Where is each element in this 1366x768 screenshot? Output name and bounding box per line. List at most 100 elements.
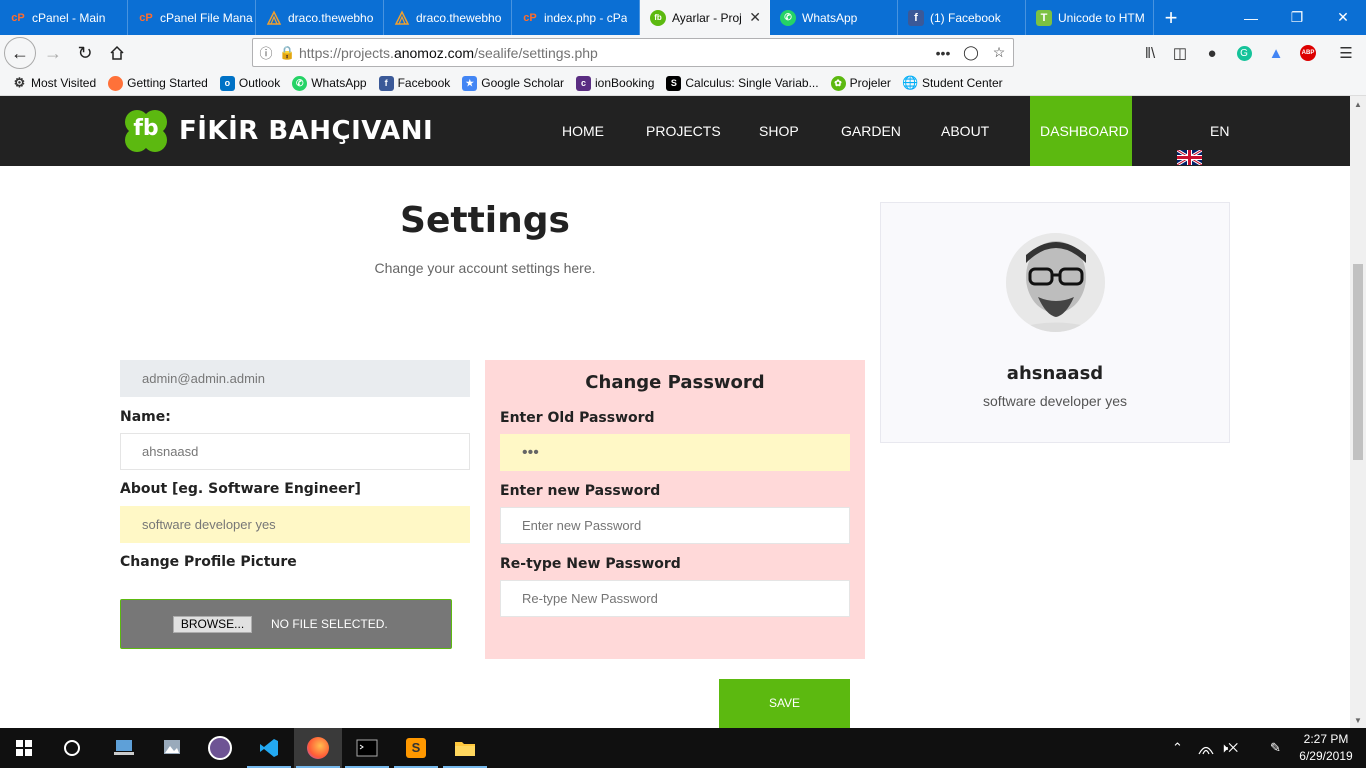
nav-dashboard[interactable]: DASHBOARD <box>1030 96 1132 166</box>
page-scrollbar[interactable]: ▲ ▼ <box>1350 96 1366 728</box>
account-icon[interactable]: ● <box>1196 37 1228 69</box>
reload-icon[interactable]: ↻ <box>69 37 101 69</box>
window-close-icon[interactable]: ✕ <box>1320 0 1366 35</box>
cortana-icon[interactable] <box>48 728 96 768</box>
bookmark-star-icon[interactable]: ☆ <box>985 44 1013 61</box>
bookmark-whatsapp[interactable]: ✆ WhatsApp <box>292 75 367 91</box>
bookmark-calculus[interactable]: S Calculus: Single Variab... <box>666 75 819 91</box>
scroll-down-icon[interactable]: ▼ <box>1350 712 1366 728</box>
cpanel-icon: cP <box>523 11 537 24</box>
nav-home[interactable]: HOME <box>562 96 604 166</box>
file-upload[interactable]: BROWSE... NO FILE SELECTED. <box>120 599 452 649</box>
change-password-panel: Change Password Enter Old Password ••• E… <box>485 360 865 659</box>
new-password-field[interactable] <box>500 507 850 544</box>
bookmark-facebook[interactable]: f Facebook <box>378 75 451 91</box>
bookmark-ionbooking[interactable]: c ionBooking <box>576 75 654 91</box>
nav-garden[interactable]: GARDEN <box>841 96 901 166</box>
nav-about[interactable]: ABOUT <box>941 96 989 166</box>
home-icon[interactable] <box>101 37 133 69</box>
sidebar-icon[interactable]: ◫ <box>1164 37 1196 69</box>
tab-draco-2[interactable]: draco.thewebho <box>384 0 512 35</box>
photos-icon[interactable] <box>148 728 196 768</box>
wifi-icon[interactable] <box>1198 728 1214 768</box>
tab-cpanel-file-manager[interactable]: cP cPanel File Mana <box>128 0 256 35</box>
no-file-text: NO FILE SELECTED. <box>271 617 388 631</box>
grammarly-icon[interactable]: G <box>1228 37 1260 69</box>
show-hidden-icons[interactable]: ⌃ <box>1172 728 1183 768</box>
sublime-text-icon[interactable]: S <box>392 728 440 768</box>
bookmark-google-scholar[interactable]: ★ Google Scholar <box>462 75 564 91</box>
scroll-up-icon[interactable]: ▲ <box>1350 96 1366 112</box>
library-icon[interactable]: ‖\ <box>1134 37 1166 69</box>
site-logo[interactable]: fb FİKİR BAHÇIVANI <box>121 106 433 156</box>
old-password-field[interactable]: ••• <box>500 434 850 471</box>
tab-cpanel-main[interactable]: cP cPanel - Main <box>0 0 128 35</box>
volume-muted-icon[interactable]: 🕨✕ <box>1220 728 1238 768</box>
terminal-icon[interactable] <box>343 728 391 768</box>
bookmark-getting-started[interactable]: Getting Started <box>108 75 208 91</box>
adblock-icon[interactable]: ABP <box>1292 37 1324 69</box>
github-desktop-icon[interactable] <box>196 728 244 768</box>
new-tab-button[interactable]: + <box>1154 0 1188 35</box>
retype-password-label: Re-type New Password <box>500 556 681 572</box>
save-button[interactable]: SAVE <box>719 679 850 728</box>
whatsapp-icon: ✆ <box>780 9 796 26</box>
old-password-label: Enter Old Password <box>500 410 655 426</box>
browser-tab-bar: cP cPanel - Main cP cPanel File Mana dra… <box>0 0 1366 35</box>
whatsapp-icon: ✆ <box>292 75 308 91</box>
tab-unicode[interactable]: T Unicode to HTM <box>1026 0 1154 35</box>
retype-password-field[interactable] <box>500 580 850 617</box>
windows-start-icon[interactable] <box>0 728 48 768</box>
tab-ayarlar[interactable]: fb Ayarlar - Proj ✕ <box>640 0 770 35</box>
language-switcher[interactable]: EN <box>1176 96 1229 167</box>
name-field[interactable]: ahsnaasd <box>120 433 470 470</box>
restore-icon[interactable]: ❐ <box>1274 0 1320 35</box>
page-subtitle: Change your account settings here. <box>374 260 596 276</box>
page-title: Settings <box>400 200 570 241</box>
pocket-icon[interactable]: ◯ <box>957 44 985 61</box>
url-bar[interactable]: ⓘ 🔒 https://projects.anomoz.com/sealife/… <box>252 38 1014 67</box>
scholar-extension-icon[interactable]: ▲ <box>1260 37 1292 69</box>
minimize-icon[interactable]: — <box>1228 0 1274 35</box>
info-icon[interactable]: ⓘ <box>253 43 279 62</box>
change-password-title: Change Password <box>585 372 765 393</box>
url-text[interactable]: https://projects.anomoz.com/sealife/sett… <box>299 45 929 61</box>
bookmark-label: Student Center <box>921 76 1003 90</box>
lock-icon[interactable]: 🔒 <box>279 45 299 61</box>
file-explorer-icon[interactable] <box>441 728 489 768</box>
vscode-icon[interactable] <box>245 728 293 768</box>
page-actions-icon[interactable]: ••• <box>929 45 957 61</box>
taskbar-clock[interactable]: 2:27 PM 6/29/2019 <box>1293 731 1359 765</box>
pen-icon[interactable]: ✎ <box>1270 728 1281 768</box>
uk-flag-icon <box>1176 125 1203 167</box>
tab-label: cPanel - Main <box>32 10 106 25</box>
tab-facebook[interactable]: f (1) Facebook <box>898 0 1026 35</box>
tab-index-php[interactable]: cP index.php - cPa <box>512 0 640 35</box>
gear-icon: ⚙ <box>13 75 26 90</box>
bookmark-outlook[interactable]: o Outlook <box>219 75 281 91</box>
bookmark-label: Facebook <box>397 76 451 90</box>
name-label: Name: <box>120 409 171 425</box>
forward-arrow-icon[interactable]: → <box>37 37 69 69</box>
scroll-thumb[interactable] <box>1353 264 1363 460</box>
bookmark-label: Outlook <box>238 76 281 90</box>
bookmark-label: Google Scholar <box>481 76 564 90</box>
nav-projects[interactable]: PROJECTS <box>646 96 721 166</box>
bookmark-student-center[interactable]: 🌐 Student Center <box>902 75 1003 91</box>
bookmark-most-visited[interactable]: ⚙ Most Visited <box>12 75 96 91</box>
close-icon[interactable]: ✕ <box>749 9 761 26</box>
about-field[interactable]: software developer yes <box>120 506 470 543</box>
browse-button[interactable]: BROWSE... <box>173 616 252 633</box>
firefox-taskbar-icon[interactable] <box>294 728 342 768</box>
menu-icon[interactable]: ☰ <box>1330 37 1362 69</box>
tab-whatsapp[interactable]: ✆ WhatsApp <box>770 0 898 35</box>
tab-draco-1[interactable]: draco.thewebho <box>256 0 384 35</box>
avatar <box>1006 233 1105 332</box>
nav-shop[interactable]: SHOP <box>759 96 799 166</box>
bookmark-projeler[interactable]: ✿ Projeler <box>830 75 891 91</box>
this-pc-icon[interactable] <box>100 728 148 768</box>
clock-time: 2:27 PM <box>1303 732 1349 746</box>
tab-label: index.php - cPa <box>544 10 628 25</box>
back-arrow-icon[interactable]: ← <box>4 37 36 69</box>
email-field[interactable]: admin@admin.admin <box>120 360 470 397</box>
